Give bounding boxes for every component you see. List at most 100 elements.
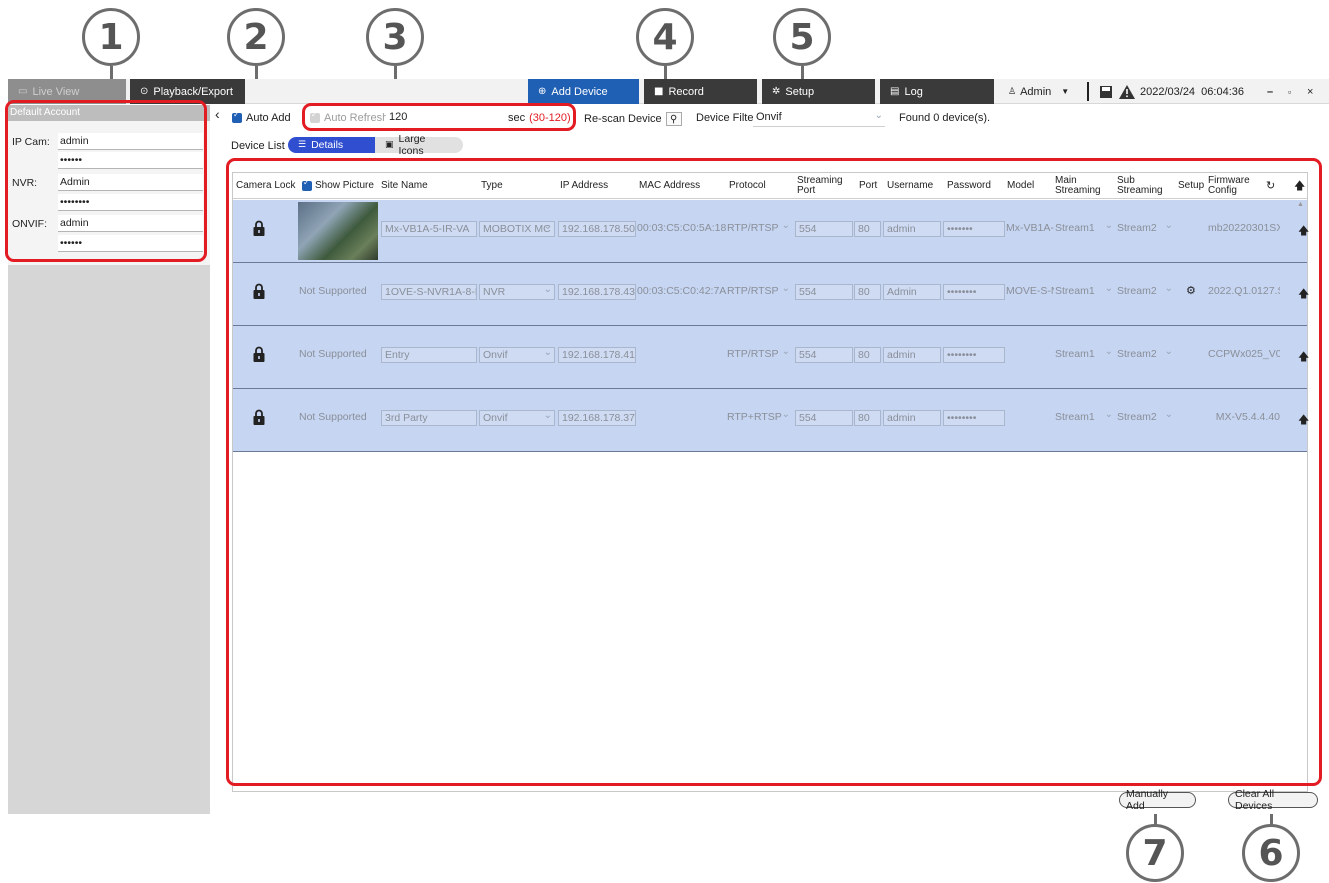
table-row[interactable]: Mx-VB1A-5-IR-VAMOBOTIX MC192.168.178.500…: [233, 200, 1309, 263]
restore-icon[interactable]: ▫: [1288, 79, 1291, 104]
lock-icon[interactable]: [253, 346, 265, 364]
col-protocol[interactable]: Protocol: [729, 173, 766, 199]
col-setup[interactable]: Setup: [1178, 173, 1204, 199]
col-sub-streaming[interactable]: Sub Streaming: [1117, 173, 1163, 199]
lock-icon[interactable]: [253, 409, 265, 427]
nvr-password-field[interactable]: ••••••••: [58, 194, 203, 211]
col-firmware-config[interactable]: Firmware Config: [1208, 173, 1250, 199]
cell-main[interactable]: Stream1: [1055, 284, 1115, 300]
cell-user[interactable]: admin: [883, 347, 941, 363]
tab-playback[interactable]: ⊙ Playback/Export: [130, 79, 245, 104]
col-model[interactable]: Model: [1007, 173, 1034, 199]
cell-site[interactable]: 1OVE-S-NVR1A-8-PoE: [381, 284, 477, 300]
col-camera-lock[interactable]: Camera Lock: [236, 173, 295, 199]
cell-pass[interactable]: •••••••: [943, 221, 1005, 237]
ipcam-password-field[interactable]: ••••••: [58, 152, 203, 169]
cell-type[interactable]: Onvif: [479, 410, 555, 426]
save-icon[interactable]: [1100, 79, 1112, 104]
col-port[interactable]: Port: [859, 173, 877, 199]
cell-ip[interactable]: 192.168.178.41: [558, 347, 636, 363]
cell-user[interactable]: admin: [883, 221, 941, 237]
cell-port[interactable]: 80: [854, 284, 881, 300]
warning-icon[interactable]: [1119, 79, 1135, 104]
upload-all-icon[interactable]: 🡅: [1294, 173, 1305, 199]
cell-pass[interactable]: ••••••••: [943, 347, 1005, 363]
rescan-device-button[interactable]: Re-scan Device ⚲: [584, 112, 682, 126]
col-type[interactable]: Type: [481, 173, 503, 199]
cell-site[interactable]: 3rd Party: [381, 410, 477, 426]
cell-sport[interactable]: 554: [795, 347, 853, 363]
upload-firmware-icon[interactable]: 🡅: [1298, 285, 1309, 304]
cell-type[interactable]: Onvif: [479, 347, 555, 363]
user-menu[interactable]: ♙ Admin ▼: [1008, 79, 1069, 104]
tab-add-device[interactable]: ⊕ Add Device: [528, 79, 639, 104]
cell-pass[interactable]: ••••••••: [943, 410, 1005, 426]
cell-user[interactable]: Admin: [883, 284, 941, 300]
device-filter-select[interactable]: Onvif: [753, 108, 885, 127]
ipcam-username-field[interactable]: admin: [58, 133, 203, 150]
auto-add-checkbox[interactable]: Auto Add: [232, 110, 291, 124]
cell-site[interactable]: Mx-VB1A-5-IR-VA: [381, 221, 477, 237]
col-streaming-port[interactable]: Streaming Port: [797, 173, 843, 199]
scrollbar-up-icon[interactable]: ▲: [1297, 201, 1304, 208]
cell-type[interactable]: MOBOTIX MC: [479, 221, 555, 237]
large-icons-view-button[interactable]: ▣ Large Icons: [375, 133, 463, 157]
cell-port[interactable]: 80: [854, 221, 881, 237]
table-row[interactable]: Not Supported 3rd PartyOnvif192.168.178.3…: [233, 389, 1309, 452]
cell-sport[interactable]: 554: [795, 410, 853, 426]
cell-port[interactable]: 80: [854, 347, 881, 363]
cell-protocol[interactable]: RTP+RTSP: [727, 410, 792, 426]
tab-live-view[interactable]: ▭ Live View: [8, 79, 126, 104]
minimize-icon[interactable]: –: [1267, 79, 1273, 104]
cell-type[interactable]: NVR: [479, 284, 555, 300]
collapse-sidebar-icon[interactable]: ‹: [215, 106, 220, 122]
upload-firmware-icon[interactable]: 🡅: [1298, 348, 1309, 367]
cell-user[interactable]: admin: [883, 410, 941, 426]
col-username[interactable]: Username: [887, 173, 933, 199]
upload-firmware-icon[interactable]: 🡅: [1298, 411, 1309, 430]
cell-port[interactable]: 80: [854, 410, 881, 426]
onvif-password-field[interactable]: ••••••: [58, 235, 203, 252]
lock-icon[interactable]: [253, 283, 265, 301]
cell-main[interactable]: Stream1: [1055, 410, 1115, 426]
cell-ip[interactable]: 192.168.178.50: [558, 221, 636, 237]
cell-main[interactable]: Stream1: [1055, 347, 1115, 363]
clear-all-devices-button[interactable]: Clear All Devices: [1228, 788, 1318, 812]
close-icon[interactable]: ×: [1307, 79, 1313, 104]
col-ip-address[interactable]: IP Address: [560, 173, 608, 199]
tab-log[interactable]: ▤ Log: [880, 79, 994, 104]
cell-protocol[interactable]: RTP/RTSP: [727, 221, 792, 237]
lock-icon[interactable]: [253, 220, 265, 238]
table-row[interactable]: Not Supported EntryOnvif192.168.178.41 RTP…: [233, 326, 1309, 389]
col-password[interactable]: Password: [947, 173, 991, 199]
col-site-name[interactable]: Site Name: [381, 173, 428, 199]
col-show-picture[interactable]: Show Picture: [302, 173, 374, 199]
tab-setup[interactable]: ✲ Setup: [762, 79, 875, 104]
cell-protocol[interactable]: RTP/RTSP: [727, 347, 792, 363]
manually-add-button[interactable]: Manually Add: [1119, 788, 1196, 812]
cell-sport[interactable]: 554: [795, 221, 853, 237]
upload-firmware-icon[interactable]: 🡅: [1298, 222, 1309, 241]
cell-site[interactable]: Entry: [381, 347, 477, 363]
col-main-streaming[interactable]: Main Streaming: [1055, 173, 1101, 199]
cell-sub[interactable]: Stream2: [1117, 347, 1175, 363]
auto-refresh-checkbox[interactable]: Auto Refresh: [310, 110, 388, 124]
table-row[interactable]: Not Supported 1OVE-S-NVR1A-8-PoENVR192.16…: [233, 263, 1309, 326]
gear-icon[interactable]: ⚙: [1186, 284, 1196, 297]
cell-sub[interactable]: Stream2: [1117, 221, 1175, 237]
col-mac-address[interactable]: MAC Address: [639, 173, 700, 199]
refresh-icon[interactable]: ↻: [1266, 173, 1275, 199]
tab-record[interactable]: ■ Record: [644, 79, 757, 104]
cell-sport[interactable]: 554: [795, 284, 853, 300]
cell-sub[interactable]: Stream2: [1117, 410, 1175, 426]
details-view-button[interactable]: ☰ Details: [288, 137, 375, 153]
cell-ip[interactable]: 192.168.178.37: [558, 410, 636, 426]
cell-sub[interactable]: Stream2: [1117, 284, 1175, 300]
cell-main[interactable]: Stream1: [1055, 221, 1115, 237]
refresh-interval-input[interactable]: 120: [386, 110, 502, 127]
cell-protocol[interactable]: RTP/RTSP: [727, 284, 792, 300]
onvif-username-field[interactable]: admin: [58, 215, 203, 232]
nvr-username-field[interactable]: Admin: [58, 174, 203, 191]
cell-pass[interactable]: ••••••••: [943, 284, 1005, 300]
cell-ip[interactable]: 192.168.178.43: [558, 284, 636, 300]
